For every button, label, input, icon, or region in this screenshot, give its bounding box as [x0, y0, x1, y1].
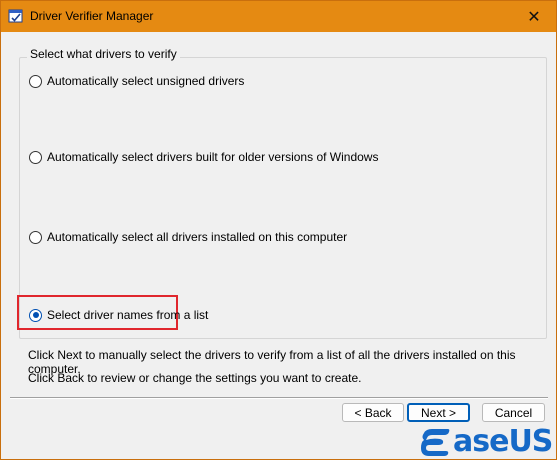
close-icon: ✕: [527, 8, 541, 26]
radio-button[interactable]: [29, 150, 42, 164]
group-label: Select what drivers to verify: [27, 47, 180, 61]
easeus-watermark: aseUS: [420, 424, 553, 460]
radio-all-drivers[interactable]: Automatically select all drivers install…: [29, 230, 347, 244]
title-bar[interactable]: Driver Verifier Manager ✕: [1, 1, 556, 32]
radio-select-from-list[interactable]: Select driver names from a list: [29, 308, 208, 322]
cancel-button[interactable]: Cancel: [482, 403, 545, 422]
back-button[interactable]: < Back: [342, 403, 404, 422]
dialog-window: Driver Verifier Manager ✕ Select what dr…: [0, 0, 557, 460]
radio-unsigned-drivers[interactable]: Automatically select unsigned drivers: [29, 74, 244, 88]
radio-label: Automatically select unsigned drivers: [47, 74, 245, 88]
info-text-back: Click Back to review or change the setti…: [28, 371, 362, 385]
radio-label: Select driver names from a list: [47, 308, 209, 322]
driver-verifier-icon: [8, 9, 23, 23]
radio-button-selected[interactable]: [29, 308, 42, 322]
separator: [10, 397, 548, 399]
radio-button[interactable]: [29, 74, 42, 88]
radio-button[interactable]: [29, 230, 42, 244]
radio-label: Automatically select all drivers install…: [47, 230, 348, 244]
easeus-logo-icon: [421, 429, 450, 456]
next-button[interactable]: Next >: [407, 403, 470, 422]
radio-label: Automatically select drivers built for o…: [47, 150, 379, 164]
close-button[interactable]: ✕: [512, 1, 556, 32]
radio-older-windows-drivers[interactable]: Automatically select drivers built for o…: [29, 150, 378, 164]
window-title: Driver Verifier Manager: [30, 9, 154, 23]
watermark-brand: aseUS: [453, 424, 553, 459]
